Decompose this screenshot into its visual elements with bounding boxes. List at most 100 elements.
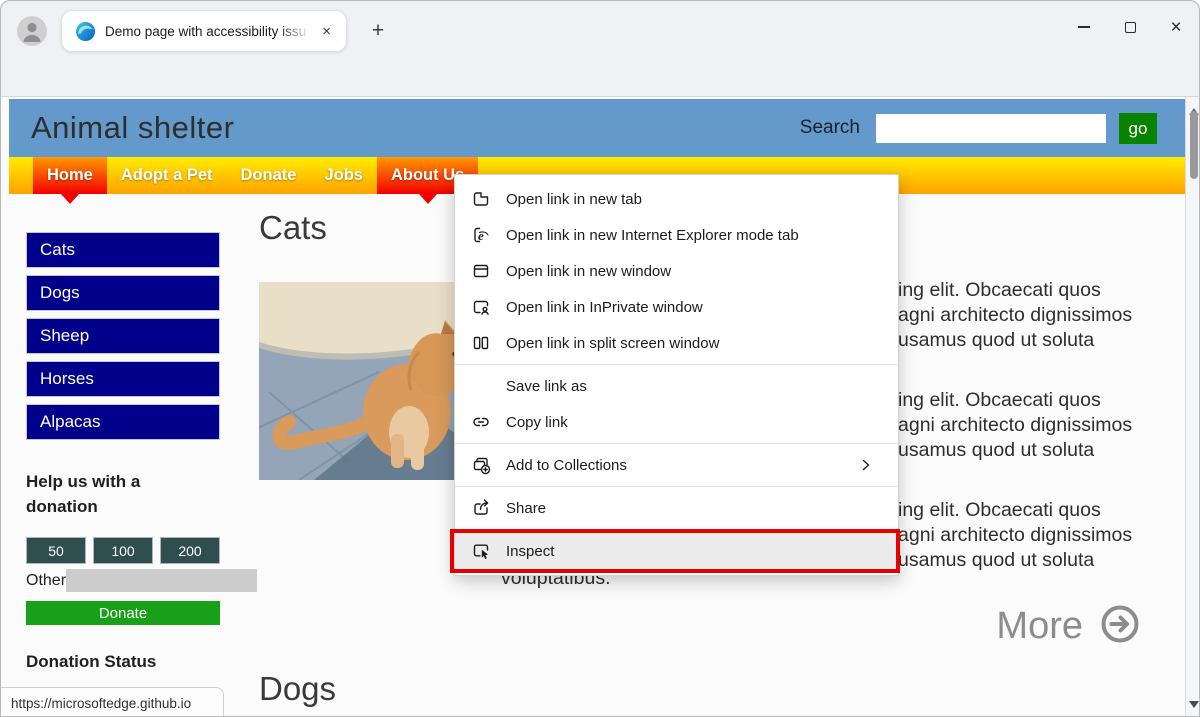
paragraph-line: usamus quod ut soluta [898,328,1198,353]
paragraph-line: usamus quod ut soluta [898,438,1198,463]
copy-link-icon [471,412,491,432]
menu-item-save-link-as[interactable]: Save link as [455,368,898,404]
donation-amounts: 50 100 200 [26,537,220,564]
cats-heading: Cats [259,209,327,247]
tab-title: Demo page with accessibility issu [105,24,317,39]
minimize-button[interactable] [1061,7,1107,47]
menu-item-open-link-in-inprivate-window[interactable]: Open link in InPrivate window [455,289,898,325]
dogs-heading: Dogs [259,670,336,708]
menu-item-label: Open link in new tab [506,191,882,208]
arrow-right-circle-icon [1099,603,1141,650]
menu-item-label: Copy link [506,414,882,431]
donate-button[interactable]: Donate [26,601,220,625]
menu-item-label: Open link in split screen window [506,335,882,352]
maximize-button[interactable] [1107,7,1153,47]
nav-item-jobs[interactable]: Jobs [310,157,377,194]
menu-item-label: Open link in InPrivate window [506,299,882,316]
donation-heading-line1: Help us with a [26,469,140,494]
nav-item-adopt-a-pet[interactable]: Adopt a Pet [107,157,227,194]
menu-item-label: Inspect [506,543,882,560]
profile-avatar-icon[interactable] [17,16,47,46]
close-window-button[interactable]: × [1153,7,1199,47]
menu-item-open-link-in-new-tab[interactable]: Open link in new tab [455,181,898,217]
page-viewport: Animal shelter Search go HomeAdopt a Pet… [1,96,1200,717]
more-link[interactable]: More [996,603,1141,650]
context-menu: Open link in new tab e Open link in new In… [454,174,899,576]
paragraph-fragment: ing elit. Obcaecati quosagni architecto … [898,498,1198,573]
scrollbar-thumb[interactable] [1190,111,1198,179]
menu-item-label: Add to Collections [506,457,856,474]
share-icon [471,498,491,518]
menu-item-share[interactable]: Share [455,490,898,526]
donation-amount-200[interactable]: 200 [160,537,220,564]
donation-amount-100[interactable]: 100 [93,537,153,564]
collections-icon [471,455,491,475]
menu-separator [455,486,898,487]
menu-separator [455,443,898,444]
paragraph-line: ing elit. Obcaecati quos [898,388,1198,413]
menu-item-inspect[interactable]: Inspect [455,533,898,569]
menu-separator [455,529,898,530]
scrollbar[interactable] [1185,97,1200,717]
paragraph-line: usamus quod ut soluta [898,548,1198,573]
icon-spacer [471,376,491,396]
paragraph-line: ing elit. Obcaecati quos [898,278,1198,303]
paragraph-fragment: ing elit. Obcaecati quosagni architecto … [898,278,1198,353]
scroll-down-arrow-icon[interactable] [1189,701,1199,713]
donation-heading-line2: donation [26,494,140,519]
browser-tab[interactable]: Demo page with accessibility issu × [61,10,347,52]
menu-item-copy-link[interactable]: Copy link [455,404,898,440]
menu-item-label: Save link as [506,378,882,395]
menu-item-add-to-collections[interactable]: Add to Collections [455,447,898,483]
window-controls: × [1061,1,1199,53]
status-bar: https://microsoftedge.github.io [1,687,224,717]
other-label: Other [26,572,66,590]
tab-strip: Demo page with accessibility issu × + × [1,1,1199,53]
inprivate-window-icon [471,297,491,317]
menu-item-open-link-in-new-window[interactable]: Open link in new window [455,253,898,289]
sidebar-item-alpacas[interactable]: Alpacas [26,404,220,440]
search-box: Search go [800,113,1157,144]
chevron-right-icon [856,455,876,475]
browser-window: Demo page with accessibility issu × + × … [0,0,1200,717]
new-window-icon [471,261,491,281]
tab-close-icon[interactable]: × [317,22,336,41]
sidebar-item-sheep[interactable]: Sheep [26,318,220,354]
menu-item-label: Open link in new Internet Explorer mode … [506,227,882,244]
site-header: Animal shelter Search go [9,99,1185,157]
nav-item-home[interactable]: Home [33,157,107,194]
edge-favicon [75,21,96,42]
menu-separator [455,364,898,365]
paragraph-fragment: ing elit. Obcaecati quosagni architecto … [898,388,1198,463]
donation-status-heading: Donation Status [26,652,156,672]
search-input[interactable] [876,114,1106,143]
menu-item-open-link-in-new-internet-explorer-mode-tab[interactable]: e Open link in new Internet Explorer mode… [455,217,898,253]
browser-toolbar: ← https://microsoftedge.github.io/Demos/… [1,53,1199,96]
search-go-button[interactable]: go [1119,113,1157,144]
svg-text:e: e [478,228,484,243]
new-tab-button[interactable]: + [365,19,391,45]
split-screen-icon [471,333,491,353]
sidebar-item-dogs[interactable]: Dogs [26,275,220,311]
menu-item-open-link-in-split-screen-window[interactable]: Open link in split screen window [455,325,898,361]
donation-amount-50[interactable]: 50 [26,537,86,564]
paragraph-line: agni architecto dignissimos [898,413,1198,438]
sidebar-nav: Cats Dogs Sheep Horses Alpacas [26,232,220,447]
nav-item-donate[interactable]: Donate [227,157,311,194]
paragraph-line: ing elit. Obcaecati quos [898,498,1198,523]
other-amount-row: Other [26,569,220,592]
new-tab-icon [471,189,491,209]
sidebar-item-cats[interactable]: Cats [26,232,220,268]
site-title: Animal shelter [31,110,800,146]
ie-mode-icon: e [471,225,491,245]
more-link-label: More [996,605,1083,648]
menu-item-label: Open link in new window [506,263,882,280]
cat-photo [259,282,479,480]
search-label: Search [800,117,860,139]
other-amount-input[interactable] [66,569,257,592]
sidebar-item-horses[interactable]: Horses [26,361,220,397]
paragraph-line: agni architecto dignissimos [898,523,1198,548]
paragraph-line: agni architecto dignissimos [898,303,1198,328]
donation-heading: Help us with a donation [26,469,140,519]
menu-item-label: Share [506,500,882,517]
